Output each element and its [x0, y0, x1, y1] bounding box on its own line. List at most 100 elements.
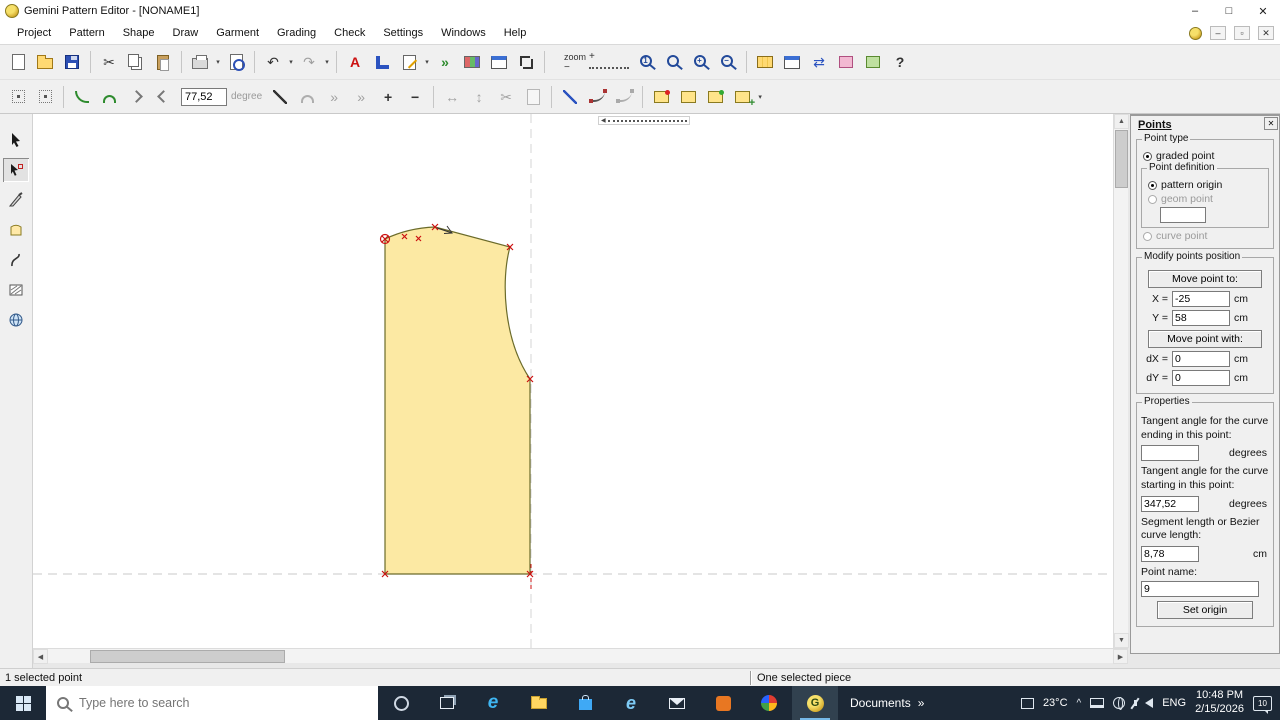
geom-point-radio[interactable] [1148, 194, 1157, 204]
piece-tool-button[interactable] [3, 218, 29, 242]
pattern-piece[interactable] [384, 226, 531, 575]
redo-button[interactable]: ↷ [296, 49, 322, 75]
menu-shape[interactable]: Shape [114, 24, 164, 42]
taskbar-search[interactable] [46, 686, 378, 720]
piece-tool-3-button[interactable] [702, 84, 728, 110]
dy-input[interactable] [1172, 370, 1230, 386]
ruler-tool-button[interactable] [369, 49, 395, 75]
zoom-in-button[interactable]: + [688, 49, 714, 75]
measure-horizontal-button[interactable]: ↔ [439, 84, 465, 110]
knife-tool-button[interactable] [3, 188, 29, 212]
canvas-drawing-area[interactable]: ◀ [33, 114, 1113, 648]
move-point-to-button[interactable]: Move point to: [1148, 270, 1262, 288]
crop-tool-button[interactable] [513, 49, 539, 75]
zoom-out-button[interactable]: − [715, 49, 741, 75]
text-tool-button[interactable]: A [342, 49, 368, 75]
segment-sheet-button[interactable] [520, 84, 546, 110]
menu-windows[interactable]: Windows [432, 24, 495, 42]
maximize-button[interactable]: □ [1212, 0, 1246, 22]
grid-view-button[interactable] [459, 49, 485, 75]
piece-table-button[interactable] [752, 49, 778, 75]
zoom-slider[interactable]: zoom + − [564, 51, 630, 73]
select-tool-button[interactable] [3, 128, 29, 152]
horizontal-scroll-thumb[interactable] [90, 650, 285, 663]
y-input[interactable] [1172, 310, 1230, 326]
clock[interactable]: 10:48 PM 2/15/2026 [1195, 689, 1244, 717]
blue-line-tool-button[interactable] [557, 84, 583, 110]
tray-app-icon[interactable] [1020, 697, 1034, 709]
search-input[interactable] [79, 696, 329, 710]
curve-pencil-button[interactable] [69, 84, 95, 110]
menu-settings[interactable]: Settings [374, 24, 432, 42]
sheet-tool-button[interactable] [396, 49, 422, 75]
x-input[interactable] [1172, 291, 1230, 307]
documents-overflow-icon[interactable]: » [918, 696, 925, 710]
temperature-widget[interactable]: 23°C [1043, 697, 1068, 709]
menu-check[interactable]: Check [325, 24, 374, 42]
mdi-minimize-button[interactable]: – [1210, 26, 1226, 40]
save-button[interactable] [59, 49, 85, 75]
open-button[interactable] [32, 49, 58, 75]
undo-dropdown[interactable]: ▾ [287, 58, 295, 66]
scroll-up-button[interactable]: ▲ [1114, 114, 1129, 129]
file-explorer-button[interactable] [516, 686, 562, 720]
measure-vertical-button[interactable]: ↕ [466, 84, 492, 110]
print-dropdown[interactable]: ▾ [214, 58, 222, 66]
minimize-button[interactable]: – [1178, 0, 1212, 22]
panel-close-button[interactable]: ✕ [1264, 117, 1278, 130]
graded-point-radio[interactable] [1143, 151, 1152, 161]
sheet-dropdown[interactable]: ▾ [423, 58, 431, 66]
scroll-down-button[interactable]: ▼ [1114, 633, 1129, 648]
plot-button[interactable] [223, 49, 249, 75]
cut-segment-button[interactable]: ✂ [493, 84, 519, 110]
mdi-close-button[interactable]: ✕ [1258, 26, 1274, 40]
scroll-right-button[interactable]: ▶ [1113, 649, 1128, 664]
pinwheel-app-button[interactable] [746, 686, 792, 720]
curve-point-radio[interactable] [1143, 231, 1152, 241]
point-name-input[interactable] [1141, 581, 1259, 598]
new-piece-button[interactable]: + [729, 84, 755, 110]
set-origin-button[interactable]: Set origin [1157, 601, 1253, 620]
move-pieces-button[interactable]: ⇄ [806, 49, 832, 75]
language-indicator[interactable]: ENG [1162, 697, 1186, 709]
corner-tool-button[interactable] [123, 84, 149, 110]
redo-dropdown[interactable]: ▾ [323, 58, 331, 66]
corner-tool-2-button[interactable] [150, 84, 176, 110]
menu-draw[interactable]: Draw [164, 24, 208, 42]
menu-grading[interactable]: Grading [268, 24, 325, 42]
internet-explorer-button[interactable]: e [608, 686, 654, 720]
undo-button[interactable]: ↶ [260, 49, 286, 75]
scroll-left-button[interactable]: ◀ [33, 649, 48, 664]
remove-point-button[interactable]: − [402, 84, 428, 110]
tangent-starting-input[interactable] [1141, 495, 1199, 512]
context-help-button[interactable]: ? [887, 49, 913, 75]
pattern-piece-drawing[interactable] [33, 114, 1113, 648]
mdi-restore-button[interactable]: ▫ [1234, 26, 1250, 40]
snap-grid-button[interactable] [5, 84, 31, 110]
hatch-tool-button[interactable] [3, 278, 29, 302]
tangent-ending-input[interactable] [1141, 445, 1199, 462]
piece-tool-1-button[interactable] [648, 84, 674, 110]
add-point-button[interactable]: + [375, 84, 401, 110]
action-center-button[interactable]: 10 [1253, 695, 1272, 714]
print-button[interactable] [187, 49, 213, 75]
curve-points-button[interactable] [584, 84, 610, 110]
info-table-button[interactable] [779, 49, 805, 75]
mail-button[interactable] [654, 686, 700, 720]
gemini-app-button[interactable]: G [792, 686, 838, 720]
angle-open-button[interactable]: » [321, 84, 347, 110]
new-piece-dropdown[interactable]: ▾ [756, 93, 764, 101]
edge-taskbar-button[interactable]: e [470, 686, 516, 720]
vertical-scrollbar[interactable]: ▲ ▼ [1113, 114, 1129, 648]
store-button[interactable] [562, 686, 608, 720]
snap-point-button[interactable] [32, 84, 58, 110]
angle-input[interactable] [181, 87, 227, 106]
curve-edit-button[interactable] [611, 84, 637, 110]
table-view-button[interactable] [486, 49, 512, 75]
documents-toolbar[interactable]: Documents » [838, 686, 936, 720]
copy-button[interactable] [123, 49, 149, 75]
menu-pattern[interactable]: Pattern [60, 24, 113, 42]
zoom-slider-minus-icon[interactable]: − [564, 62, 586, 73]
run-tool-button[interactable]: » [432, 49, 458, 75]
menu-project[interactable]: Project [8, 24, 60, 42]
